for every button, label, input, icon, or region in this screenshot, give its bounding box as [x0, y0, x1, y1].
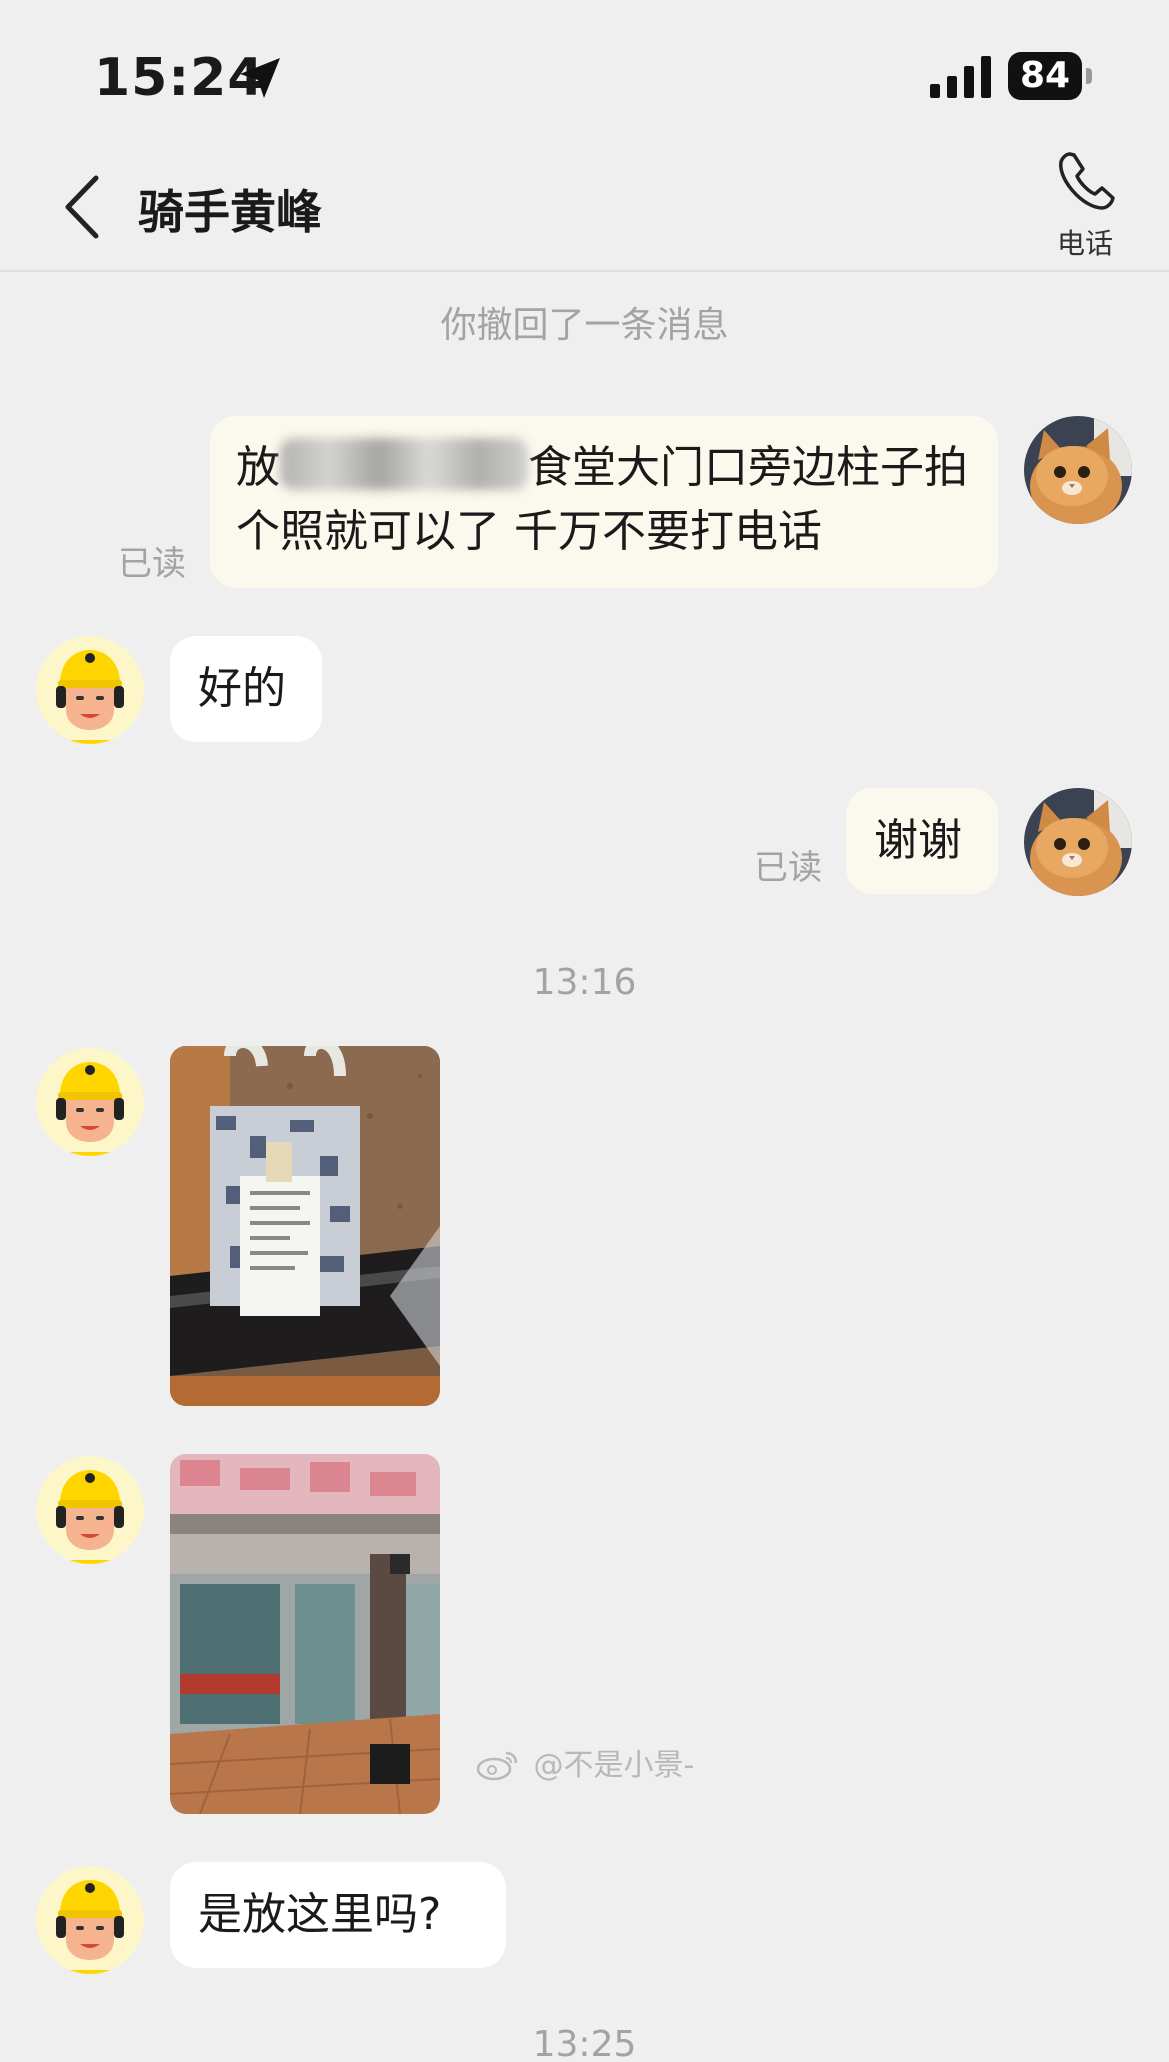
watermark-text: @不是小景-: [533, 1748, 695, 1783]
message-text-line-1: 放 食堂大门口旁边柱子拍: [236, 436, 972, 500]
rider-avatar-icon: [36, 636, 144, 744]
battery-level: 84: [1019, 55, 1071, 96]
rider-avatar[interactable]: [36, 636, 144, 744]
phone-icon: [1059, 152, 1115, 210]
back-chevron-icon[interactable]: [60, 174, 104, 240]
chat-header: 骑手黄峰 电话: [0, 150, 1169, 272]
message-list[interactable]: 你撤回了一条消息 已读 放 食堂大门口旁边柱子拍 个照就可以了 千万不要打电话 好…: [0, 274, 1169, 2062]
battery-indicator: 84: [1008, 52, 1092, 100]
timestamp: 13:16: [532, 962, 637, 1003]
incoming-message-bubble[interactable]: 是放这里吗?: [170, 1862, 506, 1968]
recall-notice: 你撤回了一条消息: [440, 305, 729, 346]
battery-tip: [1086, 68, 1092, 84]
rider-avatar-icon: [36, 1456, 144, 1564]
message-text: 好的: [198, 663, 286, 714]
status-bar: 15:24 84: [0, 0, 1169, 150]
location-arrow-icon: [240, 58, 280, 98]
cat-avatar-icon: [1024, 788, 1132, 896]
photo-bag-on-pillar: [170, 1046, 440, 1406]
message-text: 谢谢: [874, 815, 962, 866]
my-avatar[interactable]: [1024, 416, 1132, 524]
call-button[interactable]: 电话: [1040, 150, 1130, 270]
message-text-end: 食堂大门口旁边柱子拍: [528, 442, 968, 493]
cat-avatar-icon: [1024, 416, 1132, 524]
read-receipt: 已读: [754, 848, 822, 888]
rider-avatar[interactable]: [36, 1866, 144, 1974]
timestamp: 13:25: [532, 2024, 637, 2062]
rider-avatar[interactable]: [36, 1048, 144, 1156]
outgoing-message-bubble[interactable]: 谢谢: [846, 788, 998, 894]
message-text-line-2: 个照就可以了 千万不要打电话: [236, 506, 822, 557]
message-text: 是放这里吗?: [198, 1889, 442, 1940]
rider-avatar-icon: [36, 1866, 144, 1974]
rider-avatar[interactable]: [36, 1456, 144, 1564]
image-message-bag[interactable]: [170, 1046, 440, 1406]
cellular-signal-icon: [930, 56, 991, 98]
image-message-entrance[interactable]: [170, 1454, 440, 1814]
message-text-start: 放: [236, 442, 280, 493]
photo-canteen-entrance: [170, 1454, 440, 1814]
call-button-label: 电话: [1056, 227, 1113, 260]
rider-avatar-icon: [36, 1048, 144, 1156]
contact-name: 骑手黄峰: [138, 185, 322, 239]
read-receipt: 已读: [118, 544, 186, 584]
outgoing-message-bubble[interactable]: 放 食堂大门口旁边柱子拍 个照就可以了 千万不要打电话: [210, 416, 998, 588]
my-avatar[interactable]: [1024, 788, 1132, 896]
weibo-logo-icon: [476, 1751, 518, 1781]
incoming-message-bubble[interactable]: 好的: [170, 636, 322, 742]
redacted-text: [280, 438, 528, 490]
watermark: @不是小景-: [476, 1740, 694, 1784]
